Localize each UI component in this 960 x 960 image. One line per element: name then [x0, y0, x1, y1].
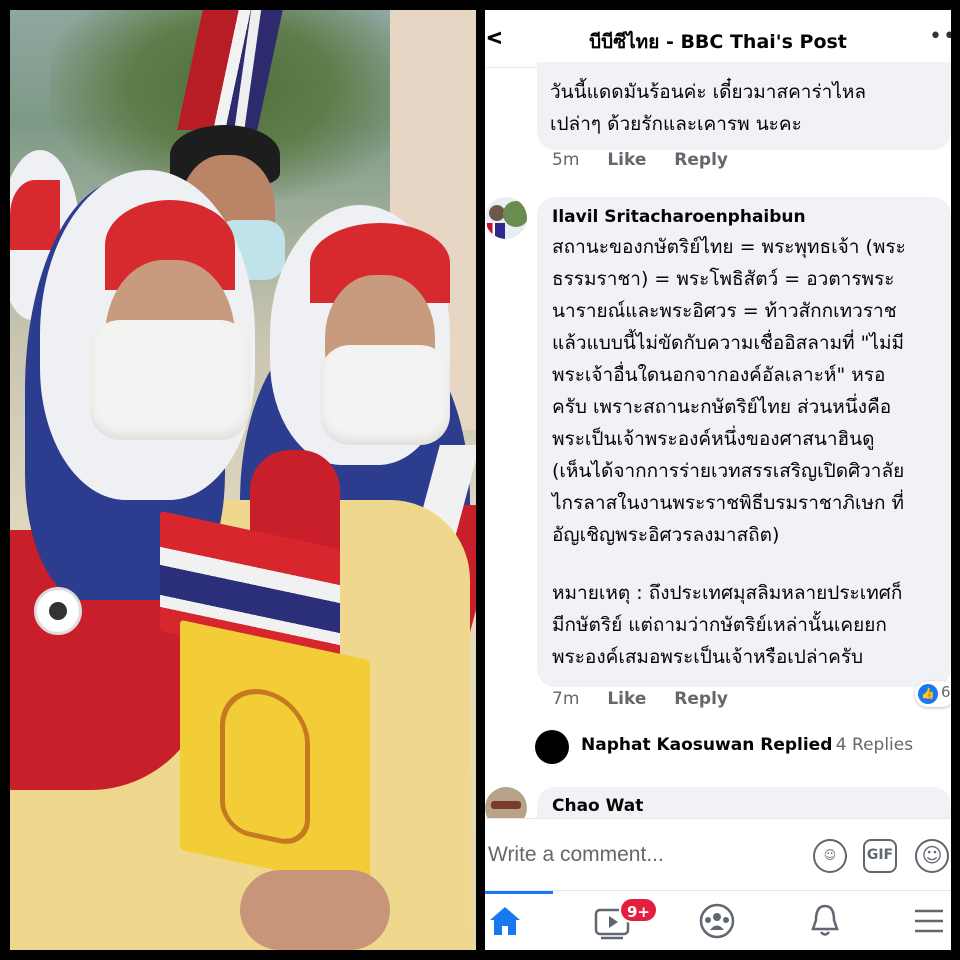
- groups-icon: [699, 903, 735, 939]
- more-icon[interactable]: ••: [929, 24, 951, 49]
- reaction-summary[interactable]: 👍 6: [915, 681, 951, 707]
- comment-time: 7m: [552, 689, 580, 709]
- comment-line: พระเป็นเจ้าพระองค์หนึ่งของศาสนาฮินดู: [552, 428, 875, 450]
- tab-notifications[interactable]: [807, 891, 887, 950]
- avatar: [535, 730, 569, 764]
- bell-icon: [811, 904, 839, 936]
- comment-line: พระเจ้าอื่นใดนอกจากองค์อัลเลาะห์" หรอ: [552, 364, 886, 386]
- comment-bubble: วันนี้แดดมันร้อนค่ะ เดี๋ยวมาสคาร่าไหล เป…: [537, 62, 951, 150]
- comment-line: แล้วแบบนี้ไม่ขัดกับความเชื่ออิสลามที่ "ไ…: [552, 332, 905, 354]
- reply-button[interactable]: Reply: [674, 150, 728, 170]
- royal-flag: [160, 510, 380, 891]
- avatar[interactable]: [485, 197, 527, 239]
- comment-text: สถานะของกษัตริย์ไทย = พระพุทธเจ้า (พระ ธ…: [552, 231, 906, 673]
- emoji-icon[interactable]: ☺: [915, 839, 949, 873]
- comment-line: ธรรมราชา) = พระโพธิสัตว์ = อวตารพระ: [552, 268, 895, 290]
- like-icon: 👍: [918, 684, 938, 704]
- gif-icon[interactable]: GIF: [863, 839, 897, 873]
- comment-line-blank: [552, 551, 906, 577]
- comment-line: อัญเชิญพระอิศวรลงมาสถิต): [552, 524, 780, 546]
- comment-line: มีกษัตริย์ แต่ถามว่ากษัตริย์เหล่านั้นเคย…: [552, 614, 887, 636]
- top-bar: < บีบีซีไทย - BBC Thai's Post ••: [485, 10, 951, 68]
- comment-line: สถานะของกษัตริย์ไทย = พระพุทธเจ้า (พระ: [552, 236, 906, 258]
- comment-line: ไกรลาสในงานพระราชพิธีบรมราชาภิเษก ที่: [552, 492, 905, 514]
- hand: [240, 870, 390, 950]
- reply-button[interactable]: Reply: [674, 689, 728, 709]
- reaction-count: 6: [941, 683, 951, 701]
- tab-groups[interactable]: [695, 891, 775, 950]
- comment-author[interactable]: Ilavil Sritacharoenphaibun: [552, 207, 806, 227]
- comment-line: วันนี้แดดมันร้อนค่ะ เดี๋ยวมาสคาร่าไหล: [550, 81, 867, 103]
- comment-time: 5m: [552, 150, 580, 170]
- sticker-icon[interactable]: ☺: [813, 839, 847, 873]
- comment-line: หมายเหตุ : ถึงประเทศมุสลิมหลายประเทศก็: [552, 582, 903, 604]
- tab-home[interactable]: [485, 891, 565, 950]
- reply-count: · 4 Replies: [825, 735, 914, 755]
- comment-line: เปล่าๆ ด้วยรักและเคารพ นะคะ: [550, 113, 802, 135]
- comment-actions: 5m Like Reply: [552, 150, 750, 170]
- like-button[interactable]: Like: [607, 689, 646, 709]
- comment-composer: ☺ GIF ☺: [485, 818, 951, 892]
- comment-line: ครับ เพราะสถานะกษัตริย์ไทย ส่วนหนึ่งคือ: [552, 396, 892, 418]
- like-button[interactable]: Like: [607, 150, 646, 170]
- badge-pin: [34, 587, 82, 635]
- comment-line: พระองค์เสมอพระเป็นเจ้าหรือเปล่าครับ: [552, 646, 864, 668]
- reply-author-name: Naphat Kaosuwan Replied: [581, 735, 833, 755]
- comment-text: วันนี้แดดมันร้อนค่ะ เดี๋ยวมาสคาร่าไหล เป…: [550, 76, 866, 140]
- menu-icon: [915, 909, 943, 933]
- comment-actions: 7m Like Reply: [552, 689, 750, 709]
- page-title: บีบีซีไทย - BBC Thai's Post: [589, 31, 847, 53]
- tab-menu[interactable]: [909, 891, 951, 950]
- comment-author[interactable]: Chao Wat: [552, 796, 643, 816]
- video-notification-badge: 9+: [619, 897, 659, 923]
- comment-line: นารายณ์และพระอิศวร = ท้าวสักกเทวราช: [552, 300, 897, 322]
- photo-women-with-flags: [10, 10, 476, 950]
- comment-line: (เห็นได้จากการร่ายเวทสรรเสริญเปิดศิวาลัย: [552, 460, 905, 482]
- comment-bubble: Ilavil Sritacharoenphaibun สถานะของกษัตร…: [537, 197, 951, 687]
- home-icon: [490, 907, 520, 935]
- bottom-nav: 9+: [485, 890, 951, 950]
- facebook-post-comments: < บีบีซีไทย - BBC Thai's Post •• วันนี้แ…: [485, 10, 951, 950]
- comment-input[interactable]: [485, 833, 795, 877]
